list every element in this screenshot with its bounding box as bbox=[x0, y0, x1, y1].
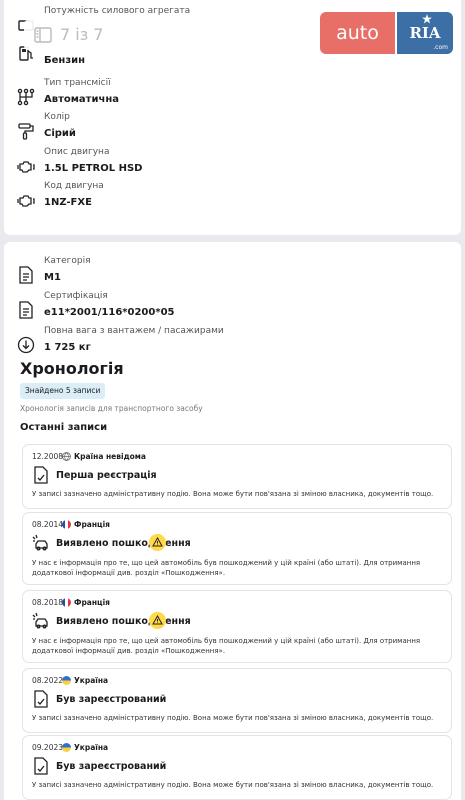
spec-value: Автоматична bbox=[44, 94, 119, 105]
history-subtitle: Хронологія записів для транспортного зас… bbox=[20, 404, 203, 413]
record-country: Франція bbox=[74, 520, 110, 529]
record-title: Був зареєстрований bbox=[56, 761, 167, 772]
transmission-icon bbox=[17, 88, 35, 106]
spec-transmission: Тип трансмісії Автоматична bbox=[4, 78, 461, 112]
weight-icon bbox=[17, 336, 35, 354]
spec-label: Потужність силового агрегата bbox=[44, 6, 191, 16]
ukraine-flag-icon bbox=[62, 676, 71, 685]
record-date: 08.2018 bbox=[32, 598, 64, 607]
spec-engine-code: Код двигуна 1NZ-FXE bbox=[4, 181, 461, 215]
logo-com-text: .com bbox=[433, 44, 448, 51]
record-country: Франція bbox=[74, 598, 110, 607]
spec-value: 1.5L PETROL HSD bbox=[44, 163, 143, 174]
records-found-badge: Знайдено 5 записи bbox=[20, 383, 106, 399]
spec-certification: Сертифікація e11*2001/116*0200*05 bbox=[4, 291, 461, 325]
spec-gross-weight: Повна вага з вантажем / пасажирами 1 725… bbox=[4, 326, 461, 360]
registration-document-icon bbox=[34, 466, 48, 484]
history-title: Хронологія bbox=[20, 359, 124, 378]
record-country: Україна bbox=[74, 743, 109, 752]
france-flag-icon bbox=[62, 598, 71, 607]
history-record[interactable]: 08.2018 Франція Виявлено пошкодження У н… bbox=[22, 590, 452, 663]
history-record[interactable]: 08.2022 Україна Був зареєстрований У зап… bbox=[22, 668, 452, 733]
spec-value: 1 725 кг bbox=[44, 342, 91, 353]
spec-value: Бензин bbox=[44, 55, 86, 66]
record-description: У нас є інформація про те, що цей автомо… bbox=[32, 637, 421, 655]
record-title: Перша реєстрація bbox=[56, 470, 157, 481]
spec-label: Колір bbox=[44, 112, 70, 122]
spec-label: Сертифікація bbox=[44, 291, 108, 301]
ukraine-flag-icon bbox=[62, 743, 71, 752]
gallery-icon bbox=[34, 27, 52, 43]
spec-label: Опис двигуна bbox=[44, 147, 110, 157]
record-date: 12.2008 bbox=[32, 452, 64, 461]
document-icon bbox=[19, 266, 33, 284]
record-date: 08.2022 bbox=[32, 676, 64, 685]
logo-ria-block: RIA .com bbox=[397, 12, 453, 54]
engine-icon bbox=[17, 195, 35, 207]
car-crash-icon bbox=[32, 612, 48, 629]
record-country: Україна bbox=[74, 676, 109, 685]
history-record[interactable]: 09.2023 Україна Був зареєстрований У зап… bbox=[22, 735, 452, 800]
logo-ria-text: RIA bbox=[409, 24, 441, 42]
globe-icon bbox=[62, 452, 71, 461]
registration-document-icon bbox=[34, 757, 48, 775]
record-country: Країна невідома bbox=[74, 452, 146, 461]
spec-category: Категорія M1 bbox=[4, 256, 461, 290]
spec-value: Сірий bbox=[44, 128, 76, 139]
recent-records-title: Останні записи bbox=[20, 422, 108, 433]
car-crash-icon bbox=[32, 534, 48, 551]
auto-ria-logo[interactable]: auto RIA .com bbox=[320, 12, 453, 54]
record-title: Виявлено пошкодження bbox=[56, 538, 191, 549]
engine-icon bbox=[17, 161, 35, 173]
paint-roller-icon bbox=[18, 123, 34, 140]
record-date: 08.2014 bbox=[32, 520, 64, 529]
history-record[interactable]: 12.2008 Країна невідома Перша реєстрація… bbox=[22, 444, 452, 509]
star-icon bbox=[422, 14, 432, 24]
warning-icon bbox=[149, 534, 166, 551]
spec-engine-description: Опис двигуна 1.5L PETROL HSD bbox=[4, 147, 461, 181]
spec-value: e11*2001/116*0200*05 bbox=[44, 307, 175, 318]
record-description: У записі зазначено адміністративну подію… bbox=[32, 781, 434, 789]
record-description: У нас є інформація про те, що цей автомо… bbox=[32, 559, 421, 577]
document-icon bbox=[19, 301, 33, 319]
gallery-counter[interactable]: 7 із 7 bbox=[24, 20, 116, 50]
france-flag-icon bbox=[62, 520, 71, 529]
record-date: 09.2023 bbox=[32, 743, 64, 752]
spec-value: 1NZ-FXE bbox=[44, 197, 92, 208]
record-description: У записі зазначено адміністративну подію… bbox=[32, 490, 434, 498]
logo-auto-text: auto bbox=[320, 12, 395, 54]
history-record[interactable]: 08.2014 Франція Виявлено пошкодження У н… bbox=[22, 512, 452, 585]
gallery-counter-text: 7 із 7 bbox=[60, 25, 104, 44]
spec-label: Повна вага з вантажем / пасажирами bbox=[44, 326, 224, 336]
spec-value: M1 bbox=[44, 272, 61, 283]
record-title: Був зареєстрований bbox=[56, 694, 167, 705]
record-description: У записі зазначено адміністративну подію… bbox=[32, 714, 434, 722]
record-title: Виявлено пошкодження bbox=[56, 616, 191, 627]
spec-label: Код двигуна bbox=[44, 181, 104, 191]
warning-icon bbox=[149, 612, 166, 629]
spec-color: Колір Сірий bbox=[4, 112, 461, 146]
registration-document-icon bbox=[34, 690, 48, 708]
registration-history-card: Категорія M1 Сертифікація e11*2001/116*0… bbox=[4, 242, 461, 800]
spec-label: Тип трансмісії bbox=[44, 78, 111, 88]
spec-label: Категорія bbox=[44, 256, 91, 266]
